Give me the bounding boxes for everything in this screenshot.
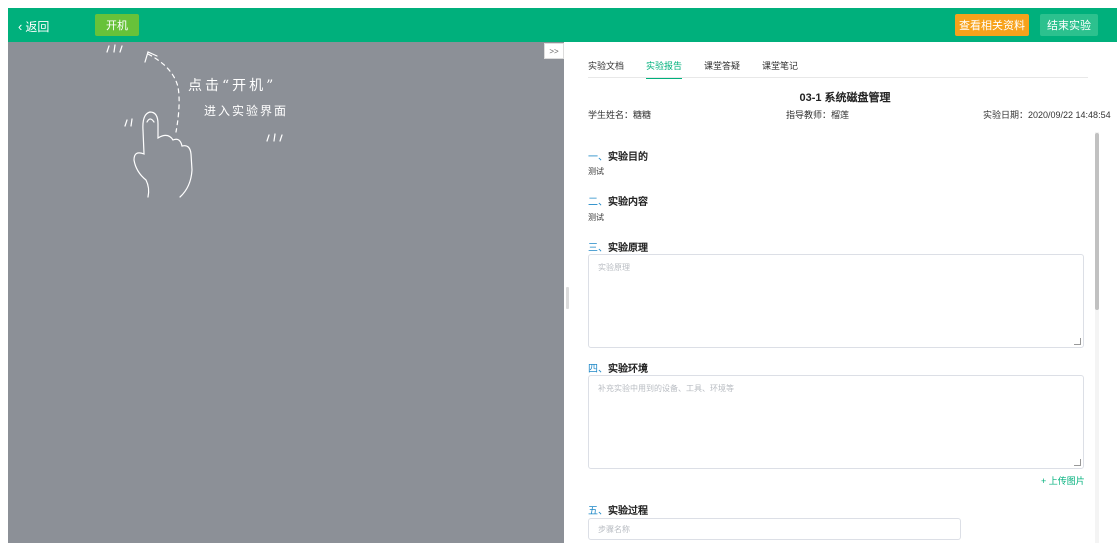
- tab-divider: [588, 77, 1088, 78]
- panel-splitter[interactable]: [564, 42, 573, 543]
- tab-bar: 实验文档 实验报告 课堂答疑 课堂笔记: [588, 59, 798, 79]
- collapse-toggle-button[interactable]: >>: [544, 43, 564, 59]
- teacher-name: 指导教师：榴莲: [786, 110, 850, 120]
- section-purpose-heading: 一、实验目的: [588, 148, 648, 163]
- section-number: 一、: [588, 152, 608, 163]
- resize-handle-icon[interactable]: [1074, 459, 1081, 466]
- step-name-input[interactable]: 步骤名称: [588, 518, 961, 540]
- drag-handle-icon[interactable]: [566, 287, 569, 309]
- section-title: 实验目的: [608, 152, 648, 163]
- section-number: 三、: [588, 243, 608, 254]
- section-title: 实验内容: [608, 197, 648, 208]
- scrollbar-thumb[interactable]: [1095, 133, 1099, 310]
- power-on-button[interactable]: 开机: [95, 14, 139, 36]
- upload-image-button[interactable]: + 上传图片: [1041, 474, 1085, 487]
- step-name-placeholder: 步骤名称: [598, 525, 630, 534]
- hint-line-2: 进入实验界面: [204, 104, 289, 118]
- section-content-text: 测试: [588, 213, 604, 222]
- chevron-left-icon: ‹: [18, 18, 23, 34]
- environment-textarea[interactable]: 补充实验中用到的设备、工具、环境等: [588, 375, 1084, 469]
- principle-textarea[interactable]: 实验原理: [588, 254, 1084, 348]
- resize-handle-icon[interactable]: [1074, 338, 1081, 345]
- hand-pointer-icon: [106, 44, 283, 198]
- experiment-date: 实验日期：2020/09/22 14:48:54: [983, 110, 1111, 120]
- end-experiment-button[interactable]: 结束实验: [1040, 14, 1098, 36]
- section-title: 实验环境: [608, 364, 648, 375]
- principle-placeholder: 实验原理: [598, 263, 630, 272]
- environment-placeholder: 补充实验中用到的设备、工具、环境等: [598, 384, 734, 393]
- section-purpose-text: 测试: [588, 167, 604, 176]
- back-button[interactable]: ‹ 返回: [18, 18, 49, 35]
- report-title: 03-1 系统磁盘管理: [799, 92, 891, 104]
- view-materials-button[interactable]: 查看相关资料: [955, 14, 1029, 36]
- tab-experiment-report[interactable]: 实验报告: [646, 59, 683, 79]
- section-process-heading: 五、实验过程: [588, 502, 648, 517]
- section-content-heading: 二、实验内容: [588, 193, 648, 208]
- tab-class-notes[interactable]: 课堂笔记: [762, 59, 798, 79]
- tab-experiment-doc[interactable]: 实验文档: [588, 59, 624, 79]
- virtual-machine-screen[interactable]: 点击“开机” 进入实验界面: [8, 42, 564, 543]
- back-label: 返回: [25, 20, 50, 34]
- section-title: 实验过程: [608, 506, 648, 517]
- section-environment-heading: 四、实验环境: [588, 360, 648, 375]
- top-bar: ‹ 返回 开机 查看相关资料 结束实验: [8, 8, 1117, 42]
- report-panel: 实验文档 实验报告 课堂答疑 课堂笔记 03-1 系统磁盘管理 学生姓名：糖糖 …: [573, 42, 1117, 543]
- section-title: 实验原理: [608, 243, 648, 254]
- tab-class-qa[interactable]: 课堂答疑: [704, 59, 740, 79]
- section-number: 五、: [588, 506, 608, 517]
- section-number: 二、: [588, 197, 608, 208]
- hint-line-1: 点击“开机”: [188, 78, 277, 94]
- student-name: 学生姓名：糖糖: [588, 110, 652, 120]
- section-number: 四、: [588, 364, 608, 375]
- section-principle-heading: 三、实验原理: [588, 239, 648, 254]
